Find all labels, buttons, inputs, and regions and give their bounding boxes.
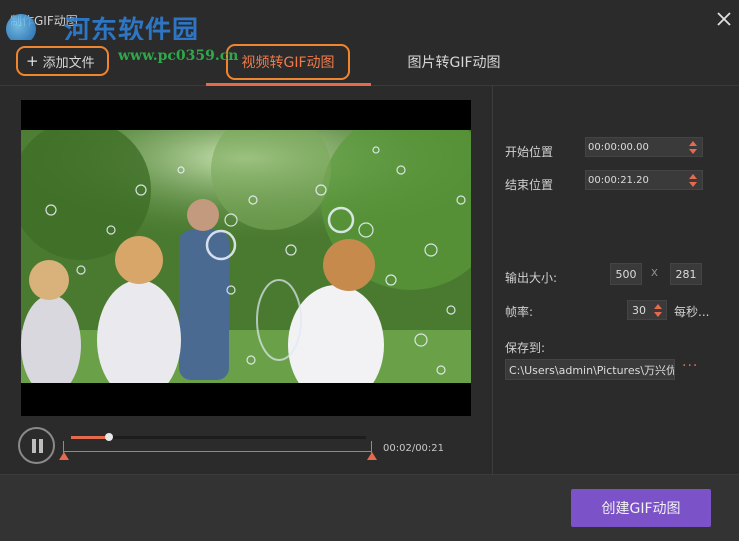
end-time-value: 00:00:21.20 bbox=[588, 174, 649, 186]
create-gif-label: 创建GIF动图 bbox=[601, 501, 681, 517]
output-width-input[interactable]: 500 bbox=[610, 263, 642, 285]
progress-knob[interactable] bbox=[105, 433, 114, 441]
progress-track[interactable] bbox=[71, 433, 366, 441]
add-file-label: 添加文件 bbox=[42, 55, 95, 71]
output-size-label: 输出大小: bbox=[505, 271, 558, 285]
browse-folder-button[interactable]: ··· bbox=[682, 358, 702, 378]
progress-fill bbox=[71, 436, 110, 439]
video-frame-image bbox=[21, 130, 471, 383]
footer: 创建GIF动图 bbox=[0, 474, 739, 541]
end-time-input[interactable]: 00:00:21.20 bbox=[585, 170, 703, 190]
end-time-spinner[interactable] bbox=[689, 173, 698, 189]
fps-input[interactable]: 30 bbox=[627, 300, 667, 320]
fps-spinner[interactable] bbox=[654, 303, 663, 319]
title-bar: 制作GIF动图 河东软件园 bbox=[0, 0, 739, 46]
pause-button[interactable] bbox=[18, 427, 55, 464]
settings-panel: 开始位置 00:00:00.00 结束位置 00:00:21.20 输出大小: … bbox=[493, 86, 739, 474]
video-preview bbox=[21, 100, 471, 416]
start-time-spinner[interactable] bbox=[689, 140, 698, 156]
output-height-input[interactable]: 281 bbox=[670, 263, 702, 285]
end-position-label: 结束位置 bbox=[505, 178, 554, 192]
tab-video-to-gif-label: 视频转GIF动图 bbox=[241, 55, 335, 71]
start-time-input[interactable]: 00:00:00.00 bbox=[585, 137, 703, 157]
tab-image-to-gif-label: 图片转GIF动图 bbox=[407, 55, 501, 71]
save-path-input[interactable]: C:\Users\admin\Pictures\万兴优 bbox=[505, 359, 675, 380]
main-area: 00:02/00:21 开始位置 00:00:00.00 结束位置 00:00:… bbox=[0, 86, 739, 474]
fps-value: 30 bbox=[632, 303, 646, 317]
trim-range-line bbox=[64, 451, 372, 452]
plus-icon: + bbox=[26, 52, 39, 70]
trim-end-handle[interactable] bbox=[367, 441, 377, 461]
fps-label: 帧率: bbox=[505, 305, 534, 319]
tab-image-to-gif[interactable]: 图片转GIF动图 bbox=[392, 44, 516, 80]
save-to-label: 保存到: bbox=[505, 341, 546, 355]
add-file-button[interactable]: + 添加文件 bbox=[16, 46, 109, 76]
start-time-value: 00:00:00.00 bbox=[588, 141, 649, 153]
tab-video-to-gif[interactable]: 视频转GIF动图 bbox=[226, 44, 350, 80]
playback-controls: 00:02/00:21 bbox=[18, 427, 478, 477]
fps-unit-label: 每秒... bbox=[674, 305, 710, 319]
watermark-url: www.pc0359.cn bbox=[118, 48, 239, 64]
toolbar: + 添加文件 视频转GIF动图 图片转GIF动图 www.pc0359.cn bbox=[0, 40, 739, 86]
size-separator: X bbox=[651, 268, 658, 279]
close-icon[interactable] bbox=[715, 10, 733, 28]
start-position-label: 开始位置 bbox=[505, 145, 554, 159]
trim-start-handle[interactable] bbox=[59, 441, 69, 461]
preview-panel: 00:02/00:21 bbox=[0, 86, 492, 474]
create-gif-button[interactable]: 创建GIF动图 bbox=[571, 489, 711, 527]
time-readout: 00:02/00:21 bbox=[383, 443, 445, 454]
